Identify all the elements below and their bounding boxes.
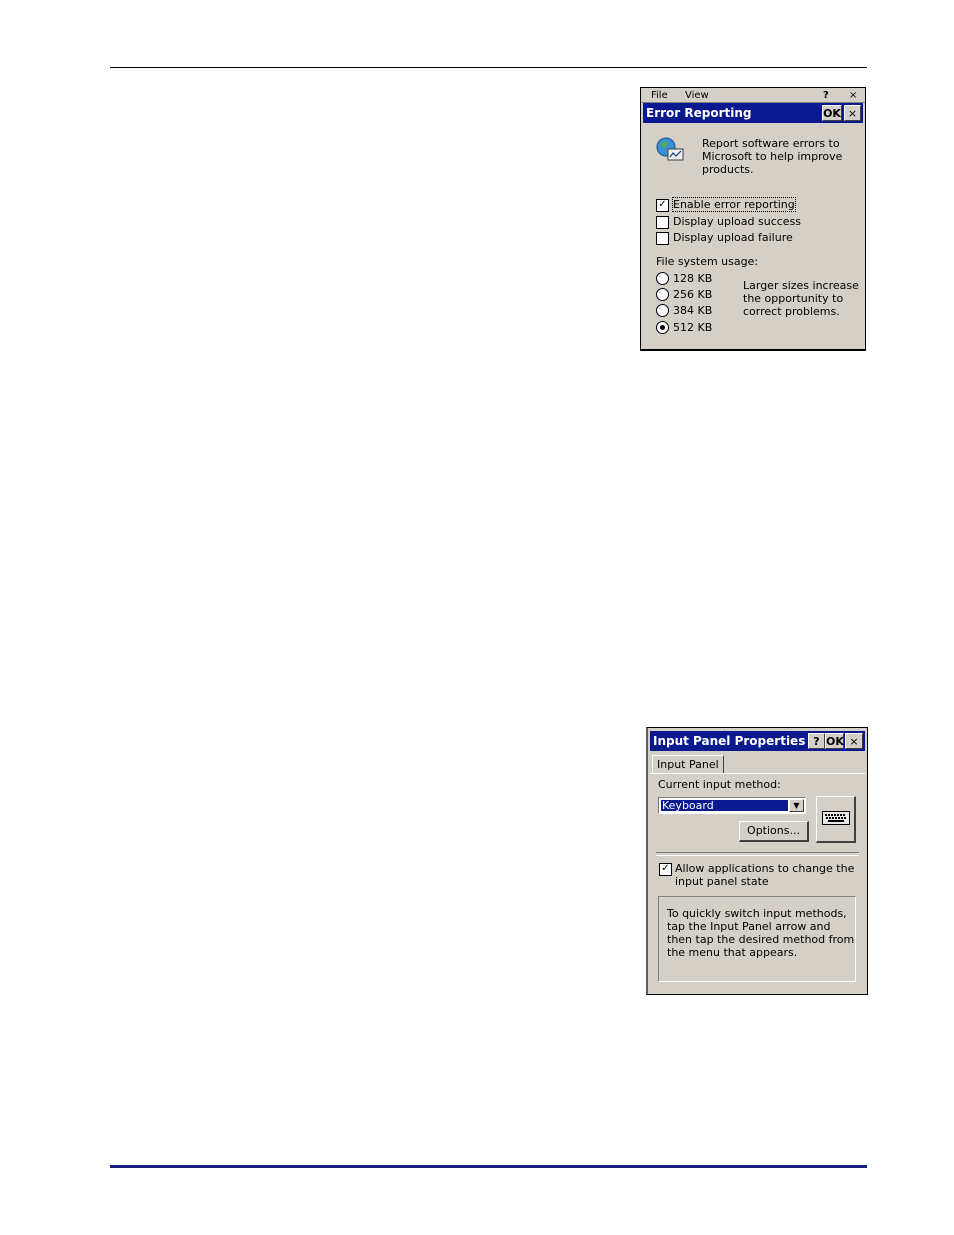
close-button[interactable]: × <box>845 733 863 749</box>
info-line: To quickly switch input methods, <box>667 907 847 920</box>
input-method-value: Keyboard <box>661 800 788 811</box>
options-button[interactable]: Options... <box>739 821 809 842</box>
info-box: To quickly switch input methods, tap the… <box>658 896 856 982</box>
display-upload-success-label[interactable]: Display upload success <box>673 215 801 228</box>
globe-report-icon <box>655 136 685 166</box>
background-help-button[interactable]: ? <box>823 90 829 101</box>
background-close-button[interactable]: × <box>849 90 857 101</box>
display-upload-failure-checkbox[interactable] <box>656 232 669 245</box>
tab-input-panel[interactable]: Input Panel <box>652 755 724 774</box>
background-menu-bar: File View ? × <box>641 88 865 103</box>
close-button[interactable]: × <box>844 105 861 121</box>
input-panel-dialog: Input Panel Properties ? OK × Input Pane… <box>646 727 868 995</box>
dialog-title: Error Reporting <box>646 106 752 120</box>
current-input-method-label: Current input method: <box>658 778 781 791</box>
tab-divider <box>650 773 865 774</box>
allow-apps-label[interactable]: Allow applications to change the input p… <box>675 862 854 888</box>
info-line: the menu that appears. <box>667 946 798 959</box>
keyboard-icon <box>821 811 850 825</box>
error-reporting-dialog: File View ? × Error Reporting OK × Repor… <box>640 87 866 351</box>
file-system-usage-label: File system usage: <box>656 255 759 268</box>
ok-button[interactable]: OK <box>825 733 844 749</box>
allow-apps-checkbox[interactable]: ✓ <box>659 863 672 876</box>
keyboard-button[interactable] <box>816 796 856 843</box>
enable-error-reporting-checkbox[interactable]: ✓ <box>656 199 669 212</box>
footer-rule <box>110 1165 867 1168</box>
description-line: products. <box>702 163 754 176</box>
size-128-label[interactable]: 128 KB <box>673 272 712 285</box>
hint-line: the opportunity to <box>743 292 844 305</box>
dialog-title: Input Panel Properties <box>653 734 806 748</box>
display-upload-failure-label[interactable]: Display upload failure <box>673 231 793 244</box>
error-reporting-title-bar: Error Reporting OK × <box>643 103 863 123</box>
header-rule <box>110 67 867 68</box>
display-upload-success-checkbox[interactable] <box>656 216 669 229</box>
radio-selected-dot <box>660 325 665 330</box>
hint-line: Larger sizes increase <box>743 279 859 292</box>
input-panel-title-bar: Input Panel Properties ? OK × <box>650 731 865 751</box>
info-line: then tap the desired method from <box>667 933 855 946</box>
size-128-radio[interactable] <box>656 272 669 285</box>
hint-line: correct problems. <box>743 305 840 318</box>
info-line: tap the Input Panel arrow and <box>667 920 831 933</box>
separator <box>656 852 859 856</box>
size-256-label[interactable]: 256 KB <box>673 288 712 301</box>
size-hint: Larger sizes increase the opportunity to… <box>743 279 859 318</box>
enable-error-reporting-label[interactable]: Enable error reporting <box>672 197 796 212</box>
size-384-label[interactable]: 384 KB <box>673 304 712 317</box>
allow-apps-line: Allow applications to change the <box>675 862 855 875</box>
size-384-radio[interactable] <box>656 304 669 317</box>
size-512-radio[interactable] <box>656 321 669 334</box>
view-menu[interactable]: View <box>685 90 709 101</box>
size-256-radio[interactable] <box>656 288 669 301</box>
file-menu[interactable]: File <box>651 90 668 101</box>
size-512-label[interactable]: 512 KB <box>673 321 712 334</box>
help-button[interactable]: ? <box>808 733 825 749</box>
allow-apps-line: input panel state <box>675 875 769 888</box>
chevron-down-icon[interactable]: ▼ <box>789 799 804 812</box>
description-line: Microsoft to help improve <box>702 150 843 163</box>
ok-button[interactable]: OK <box>822 105 842 121</box>
input-method-dropdown[interactable]: Keyboard ▼ <box>658 797 806 814</box>
description: Report software errors to Microsoft to h… <box>702 137 842 176</box>
description-line: Report software errors to <box>702 137 840 150</box>
